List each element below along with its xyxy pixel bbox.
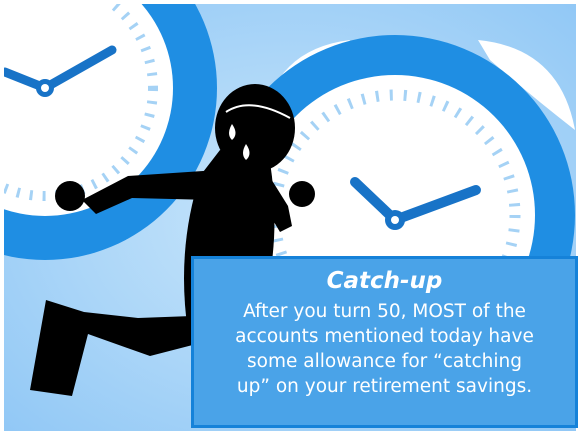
catch-up-caption-box: Catch-up After you turn 50, MOST of the … [191,256,578,428]
slide: Catch-up After you turn 50, MOST of the … [0,0,580,435]
caption-body: After you turn 50, MOST of the accounts … [235,301,534,397]
caption-title: Catch-up [326,268,443,294]
